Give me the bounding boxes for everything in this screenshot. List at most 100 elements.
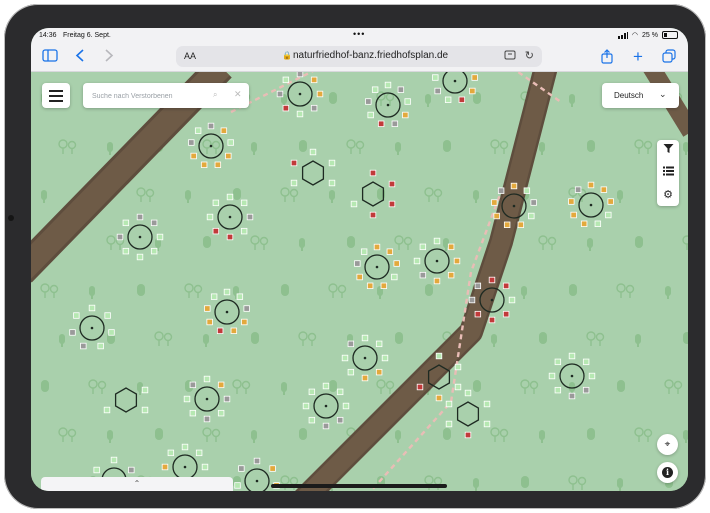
grave-plot[interactable] (183, 395, 191, 403)
grave-plot[interactable] (554, 386, 562, 394)
new-tab-icon[interactable]: + (629, 48, 647, 65)
grave-plot[interactable] (393, 260, 400, 267)
menu-button[interactable] (42, 83, 70, 108)
grave-plot[interactable] (93, 466, 100, 474)
grave-plot[interactable] (388, 180, 396, 188)
filter-icon[interactable] (657, 140, 679, 162)
clear-icon[interactable]: ✕ (234, 89, 242, 100)
grave-plot[interactable] (203, 415, 211, 423)
grave-plot[interactable] (216, 327, 224, 334)
grave-plot[interactable] (404, 98, 411, 105)
grave-plot[interactable] (236, 293, 244, 300)
info-icon[interactable]: i (657, 462, 678, 483)
grave-plot[interactable] (241, 318, 248, 326)
grave-plot[interactable] (434, 87, 441, 95)
grave-plot[interactable] (240, 199, 248, 207)
address-bar[interactable]: AA 🔒 naturfriedhof-banz.friedhofsplan.de… (176, 46, 542, 67)
grave-plot[interactable] (548, 372, 556, 380)
grave-plot[interactable] (322, 382, 330, 390)
grave-plot[interactable] (510, 182, 518, 190)
grave-plot[interactable] (69, 329, 76, 336)
grave-plot[interactable] (568, 198, 575, 205)
grave-plot[interactable] (203, 375, 211, 383)
grave-plot[interactable] (361, 374, 369, 382)
grave-plot[interactable] (230, 327, 238, 334)
grave-plot[interactable] (189, 409, 197, 417)
grave-plot[interactable] (435, 352, 443, 360)
grave-plot[interactable] (97, 342, 104, 350)
grave-plot[interactable] (354, 260, 361, 267)
tabs-overview-icon[interactable] (660, 49, 678, 65)
grave-plot[interactable] (444, 96, 452, 103)
grave-plot[interactable] (568, 392, 576, 400)
grave-plot[interactable] (214, 161, 222, 168)
grave-plot[interactable] (104, 312, 111, 319)
grave-plot[interactable] (302, 402, 310, 410)
grave-plot[interactable] (468, 296, 476, 304)
grave-plot[interactable] (150, 247, 158, 255)
grave-plot[interactable] (503, 221, 511, 228)
grave-plot[interactable] (226, 233, 234, 241)
grave-plot[interactable] (108, 329, 115, 336)
grave-plot[interactable] (210, 293, 218, 300)
gear-icon[interactable]: ⚙ (657, 184, 679, 206)
grave-plot[interactable] (88, 304, 96, 312)
grave-plot[interactable] (328, 159, 336, 167)
grave-plot[interactable] (377, 120, 385, 127)
grave-plot[interactable] (453, 257, 461, 265)
grave-plot[interactable] (413, 257, 421, 265)
grave-plot[interactable] (136, 253, 144, 261)
grave-plot[interactable] (342, 402, 350, 410)
grave-plot[interactable] (122, 247, 130, 255)
grave-plot[interactable] (367, 111, 374, 119)
grave-plot[interactable] (201, 463, 209, 471)
grave-plot[interactable] (474, 282, 482, 290)
grave-plot[interactable] (369, 211, 377, 219)
grave-plot[interactable] (350, 200, 358, 208)
grave-plot[interactable] (141, 406, 149, 414)
grave-plot[interactable] (234, 482, 241, 489)
grave-plot[interactable] (435, 394, 443, 402)
grave-plot[interactable] (419, 243, 427, 251)
grave-plot[interactable] (600, 186, 608, 193)
grave-plot[interactable] (488, 316, 496, 324)
grave-plot[interactable] (523, 187, 531, 194)
grave-plot[interactable] (207, 122, 215, 130)
grave-plot[interactable] (189, 381, 197, 389)
grave-plot[interactable] (384, 81, 392, 89)
grave-plot[interactable] (375, 340, 383, 348)
reader-button[interactable]: AA (184, 51, 196, 61)
grave-plot[interactable] (290, 179, 298, 187)
grave-plot[interactable] (433, 277, 441, 285)
search-input[interactable] (83, 83, 214, 110)
grave-plot[interactable] (361, 334, 369, 342)
grave-plot[interactable] (447, 271, 455, 279)
grave-plot[interactable] (200, 161, 208, 168)
grave-plot[interactable] (388, 200, 396, 208)
grave-plot[interactable] (483, 400, 491, 408)
grave-plot[interactable] (582, 386, 590, 394)
grave-plot[interactable] (322, 422, 330, 430)
grave-plot[interactable] (206, 318, 213, 326)
grave-plot[interactable] (316, 90, 324, 98)
grave-plot[interactable] (243, 305, 250, 312)
grave-plot[interactable] (122, 219, 130, 227)
search-box[interactable]: ⌕ ✕ (83, 83, 249, 110)
grave-plot[interactable] (594, 220, 602, 227)
grave-plot[interactable] (568, 352, 576, 360)
grave-plot[interactable] (220, 127, 228, 134)
grave-plot[interactable] (190, 152, 197, 160)
grave-plot[interactable] (136, 213, 144, 221)
grave-plot[interactable] (454, 363, 462, 371)
grave-plot[interactable] (212, 199, 220, 207)
grave-plot[interactable] (161, 463, 169, 471)
extension-icon[interactable] (504, 50, 516, 63)
grave-plot[interactable] (605, 211, 612, 219)
grave-plot[interactable] (371, 86, 379, 93)
list-icon[interactable] (657, 162, 679, 184)
grave-plot[interactable] (347, 368, 355, 376)
grave-plot[interactable] (530, 199, 537, 206)
grave-plot[interactable] (308, 388, 316, 396)
grave-plot[interactable] (223, 288, 231, 296)
grave-plot[interactable] (80, 342, 87, 350)
